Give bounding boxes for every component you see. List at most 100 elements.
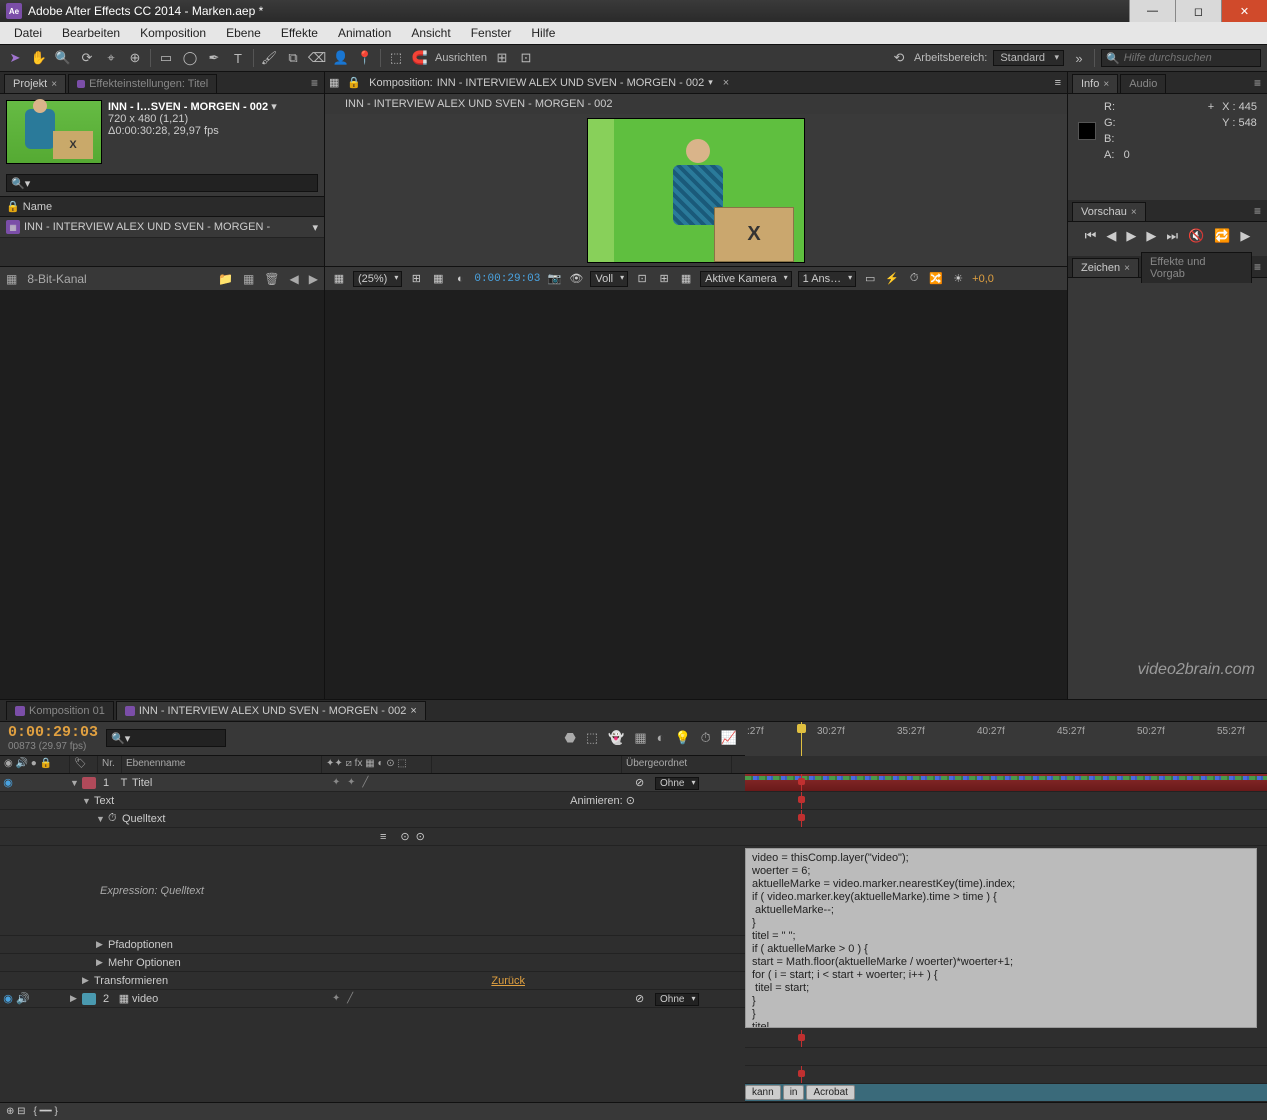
fast-previews-icon[interactable]: ⚡ <box>884 272 900 285</box>
current-time[interactable]: 0:00:29:03 <box>474 273 540 285</box>
pixel-aspect-icon[interactable]: ▭ <box>862 272 878 285</box>
loop-icon[interactable]: 🔁 <box>1214 228 1230 244</box>
views-dropdown[interactable]: 1 Ans… <box>798 271 857 287</box>
menu-fenster[interactable]: Fenster <box>463 23 520 43</box>
menu-animation[interactable]: Animation <box>330 23 399 43</box>
hand-tool-icon[interactable]: ✋ <box>30 49 48 67</box>
timeline-tab-comp01[interactable]: Komposition 01 <box>6 701 114 720</box>
pen-tool-icon[interactable]: ✒ <box>205 49 223 67</box>
expression-pickwhip-icon[interactable]: ⊙ <box>416 830 425 843</box>
project-column-name[interactable]: 🔒 Name <box>0 197 324 217</box>
snapshot-icon[interactable]: 📷 <box>546 272 562 285</box>
rotate-tool-icon[interactable]: ⟳ <box>78 49 96 67</box>
panel-menu-icon[interactable]: ≡ <box>1055 77 1061 89</box>
workspace-dropdown[interactable]: Standard <box>993 50 1064 66</box>
twirl-icon[interactable]: ▼ <box>70 778 82 788</box>
col-parent[interactable]: Übergeordnet <box>622 756 732 773</box>
twirl-icon[interactable]: ▶ <box>70 993 82 1004</box>
layer-text-group[interactable]: ▼ Text Animieren: ⊙ <box>0 792 745 810</box>
grid-icon[interactable]: ⊞ <box>656 272 672 285</box>
visibility-icon[interactable]: ◉ <box>0 776 16 789</box>
tab-effects-presets[interactable]: Effekte und Vorgab <box>1141 252 1252 283</box>
close-tab-icon[interactable]: × <box>723 77 729 89</box>
visibility-icon[interactable]: ◉ <box>0 992 16 1005</box>
close-icon[interactable]: × <box>1103 79 1109 90</box>
next-frame-icon[interactable]: ▶ <box>1146 228 1156 244</box>
auto-keyframe-icon[interactable]: ⏱ <box>701 730 711 746</box>
interpret-footage-icon[interactable]: ▦ <box>6 272 17 286</box>
eraser-tool-icon[interactable]: ⌫ <box>308 49 326 67</box>
layer-switches[interactable]: ✦ ✦ ╱ <box>332 777 442 788</box>
sync-settings-icon[interactable]: ⟲ <box>890 49 908 67</box>
show-snapshot-icon[interactable]: 👁 <box>568 272 584 285</box>
brush-tool-icon[interactable]: 🖌 <box>260 49 278 67</box>
composition-viewer[interactable]: X <box>325 114 1067 266</box>
tab-preview[interactable]: Vorschau× <box>1072 202 1146 221</box>
twirl-icon[interactable]: ▼ <box>82 796 94 806</box>
panel-menu-icon[interactable]: ≡ <box>1254 76 1261 90</box>
text-tool-icon[interactable]: T <box>229 49 247 67</box>
roto-tool-icon[interactable]: 👤 <box>332 49 350 67</box>
layer-transformieren[interactable]: ▶Transformieren Zurück <box>0 972 745 990</box>
tab-effect-controls[interactable]: Effekteinstellungen: Titel <box>68 74 217 93</box>
new-folder-icon[interactable]: 📁 <box>218 272 233 286</box>
exposure-value[interactable]: +0,0 <box>972 273 994 285</box>
anchor-tool-icon[interactable]: ⊕ <box>126 49 144 67</box>
snap-options-icon[interactable]: ⊞ <box>493 49 511 67</box>
panel-menu-icon[interactable]: ≡ <box>1254 260 1261 274</box>
close-icon[interactable]: × <box>1131 207 1137 218</box>
selection-tool-icon[interactable]: ➤ <box>6 49 24 67</box>
window-close-button[interactable]: ✕ <box>1221 0 1267 22</box>
window-maximize-button[interactable]: ◻ <box>1175 0 1221 22</box>
menu-effekte[interactable]: Effekte <box>273 23 326 43</box>
clone-tool-icon[interactable]: ⧉ <box>284 49 302 67</box>
layer-pfadoptionen[interactable]: ▶Pfadoptionen <box>0 936 745 954</box>
timeline-ruler[interactable]: :27f 30:27f 35:27f 40:27f 45:27f 50:27f … <box>745 722 1267 756</box>
bit-depth-button[interactable]: 8-Bit-Kanal <box>27 272 86 286</box>
reset-link[interactable]: Zurück <box>491 975 525 987</box>
menu-komposition[interactable]: Komposition <box>132 23 214 43</box>
zoom-dropdown[interactable]: (25%) <box>353 271 402 287</box>
layer-row-2[interactable]: ◉🔊 ▶ 2 ▦ video ✦ ╱ ⊘ Ohne <box>0 990 745 1008</box>
comp-mini-flowchart-icon[interactable]: ⬣ <box>564 730 575 746</box>
layer-controls-icon[interactable]: ▦ <box>329 76 339 89</box>
tab-audio[interactable]: Audio <box>1120 74 1166 93</box>
parent-dropdown[interactable]: Ohne <box>655 777 699 790</box>
panel-menu-icon[interactable]: ≡ <box>311 76 318 90</box>
flowchart-icon[interactable]: 🔀 <box>928 272 944 285</box>
camera-tool-icon[interactable]: ⌖ <box>102 49 120 67</box>
brainstorm-icon[interactable]: 💡 <box>674 730 690 746</box>
motion-blur-icon[interactable]: ◐ <box>657 730 665 746</box>
local-axis-icon[interactable]: ⬚ <box>387 49 405 67</box>
close-icon[interactable]: × <box>410 705 416 717</box>
timeline-tab-active[interactable]: INN - INTERVIEW ALEX UND SVEN - MORGEN -… <box>116 701 426 720</box>
timeline-search[interactable]: 🔍▾ <box>106 729 226 747</box>
tab-info[interactable]: Info× <box>1072 74 1118 93</box>
help-search-input[interactable] <box>1124 52 1256 64</box>
marker-in[interactable]: in <box>783 1085 805 1100</box>
label-color[interactable] <box>82 993 96 1005</box>
resolution-dropdown[interactable]: Voll <box>590 271 628 287</box>
close-icon[interactable]: × <box>1124 263 1130 274</box>
project-item-row[interactable]: ▦INN - INTERVIEW ALEX UND SVEN - MORGEN … <box>0 217 324 238</box>
graph-editor-icon[interactable]: 📈 <box>721 730 737 746</box>
twirl-icon[interactable]: ▼ <box>96 814 108 824</box>
layer-row-1[interactable]: ◉ ▼ 1 T Titel ✦ ✦ ╱ ⊘ Ohne <box>0 774 745 792</box>
expression-editor[interactable]: video = thisComp.layer("video"); woerter… <box>745 848 1257 1028</box>
marker-acrobat[interactable]: Acrobat <box>806 1085 854 1100</box>
zoom-tool-icon[interactable]: 🔍 <box>54 49 72 67</box>
next-icon[interactable]: ▶ <box>309 272 318 286</box>
menu-ebene[interactable]: Ebene <box>218 23 269 43</box>
mute-icon[interactable]: 🔇 <box>1188 228 1204 244</box>
camera-dropdown[interactable]: Aktive Kamera <box>700 271 792 287</box>
new-comp-icon[interactable]: ▦ <box>243 272 254 286</box>
draft-3d-icon[interactable]: ⬚ <box>586 730 598 746</box>
reset-exposure-icon[interactable]: ☀ <box>950 272 966 285</box>
tab-character[interactable]: Zeichen× <box>1072 258 1139 277</box>
play-icon[interactable]: ▶ <box>1126 228 1136 244</box>
workspace-options-icon[interactable]: » <box>1070 49 1088 67</box>
window-minimize-button[interactable]: — <box>1129 0 1175 22</box>
expression-graph-icon[interactable]: ⊙ <box>400 830 409 843</box>
ram-preview-icon[interactable]: ▶ <box>1240 228 1250 244</box>
frame-blend-icon[interactable]: ▦ <box>634 730 646 746</box>
